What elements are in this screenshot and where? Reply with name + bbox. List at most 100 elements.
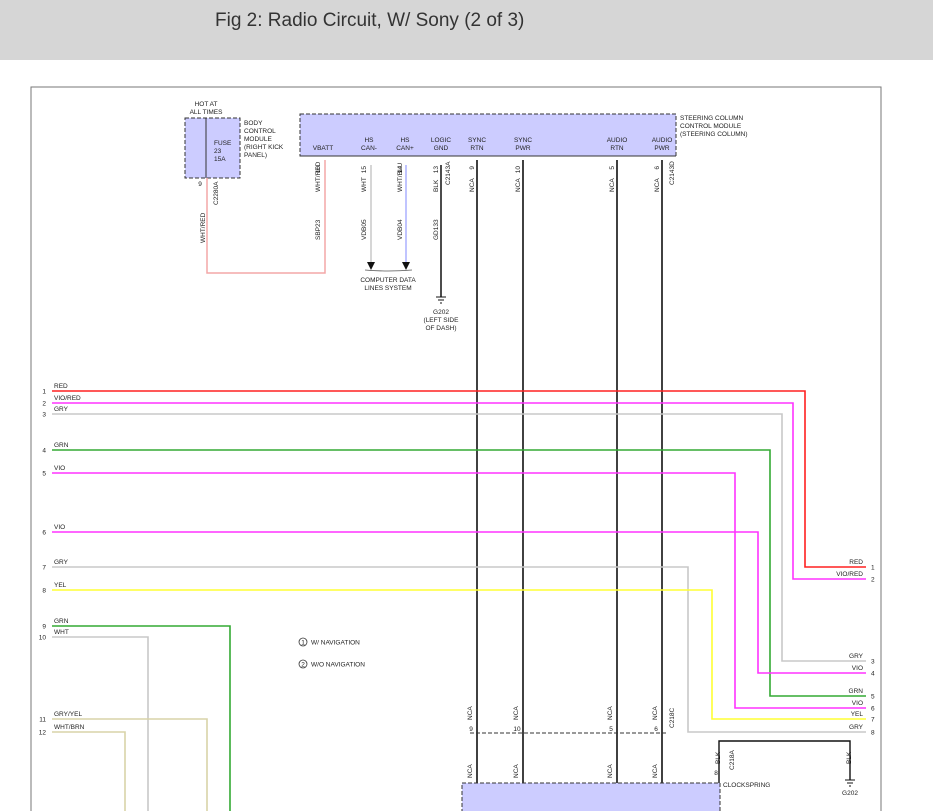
cdl-label-1: COMPUTER DATA: [360, 277, 416, 284]
sccm-pin-func-5: RTN: [470, 145, 484, 152]
sccm-pin-name-5: SYNC: [468, 137, 486, 144]
cdl-label-2: LINES SYSTEM: [364, 285, 411, 292]
right-wire-label-5: GRN: [849, 688, 864, 695]
lower-nca-5: NCA: [467, 764, 474, 778]
right-wire-num-5: 5: [871, 694, 875, 701]
diagram-frame: [30, 86, 882, 811]
lower-nca-6: NCA: [513, 764, 520, 778]
blk-wire-label: BLK: [715, 751, 722, 764]
sccm-pin-wire-7: NCA: [609, 178, 616, 192]
lower-pin-3: 5: [609, 726, 613, 733]
sccm-label-2: CONTROL MODULE: [680, 123, 742, 130]
sccm-pin-num-2: 15: [361, 166, 368, 174]
lower-nca-7: NCA: [607, 764, 614, 778]
left-wire-label-6: VIO: [54, 524, 65, 531]
sccm-label-3: (STEERING COLUMN): [680, 131, 748, 138]
legend-num-2: 2: [301, 662, 305, 669]
bcm-label-3: MODULE: [244, 136, 272, 143]
lower-nca-1: NCA: [467, 706, 474, 720]
sccm-pin-num-5: 9: [469, 166, 476, 170]
lower-ground-name: G202: [842, 790, 858, 797]
right-wire-num-4: 4: [871, 671, 875, 678]
bcm-pin: 9: [198, 181, 202, 188]
lower-nca-8: NCA: [652, 764, 659, 778]
right-wire-label-4: VIO: [852, 665, 863, 672]
sccm-pin-circuit-3: VDB04: [397, 219, 404, 240]
sccm-pin-wire-2: WHT: [361, 177, 368, 192]
wire-2: [52, 402, 866, 580]
sccm-pin-wire-3: WHT/BLU: [397, 162, 404, 192]
fuse-amperage: 15A: [214, 156, 226, 163]
sccm-pin-circuit-4: GD133: [433, 219, 440, 240]
sccm-pin-func-1: VBATT: [313, 145, 333, 152]
sccm-pin-func-6: PWR: [515, 145, 530, 152]
blk-wire-label-2: BLK: [846, 751, 853, 764]
lower-pin-1: 9: [469, 726, 473, 733]
left-wire-label-4: GRN: [54, 442, 69, 449]
sccm-pin-name-8: AUDIO: [652, 137, 673, 144]
right-wire-label-2: VIO/RED: [836, 571, 863, 578]
bcm-connector: C2280A: [213, 181, 220, 205]
left-wire-num-1: 1: [42, 389, 46, 396]
lower-connector-label: C218C: [669, 707, 676, 728]
sccm-pin-name-4: LOGIC: [431, 137, 452, 144]
sccm-pin-func-3: CAN+: [396, 145, 414, 152]
lower-connector: C218C 9 10 5 6 NCA NCA NCA NCA NCA NCA N…: [461, 706, 858, 811]
sccm-pin-num-7: 5: [609, 166, 616, 170]
bcm-label-4: (RIGHT KICK: [244, 144, 284, 151]
sccm-pin-func-7: RTN: [610, 145, 624, 152]
right-wire-num-2: 2: [871, 577, 875, 584]
sccm-connector-b: C2143D: [669, 161, 676, 185]
bcm-label-5: PANEL): [244, 152, 267, 159]
right-wire-num-3: 3: [871, 659, 875, 666]
right-wire-label-6: VIO: [852, 700, 863, 707]
nca-wires: [476, 160, 663, 811]
blk-connector: C218A: [729, 749, 736, 770]
legend: 1 W/ NAVIGATION 2 W/O NAVIGATION: [298, 637, 365, 669]
right-wire-label-1: RED: [849, 559, 863, 566]
ground-icon: [436, 296, 446, 304]
sccm-pin-name-2: HS: [364, 137, 374, 144]
harness-wires: 1 RED 2 VIO/RED 3 GRY 4 GRN 5 VIO 6 VIO 7 GRY 8 YEL 9 GRN…: [39, 383, 875, 811]
left-wire-num-12: 12: [39, 730, 47, 737]
right-wire-num-6: 6: [871, 706, 875, 713]
clockspring-label: CLOCKSPRING: [723, 782, 770, 789]
left-wire-label-12: WHT/BRN: [54, 724, 85, 731]
sccm-pin-name-7: AUDIO: [607, 137, 628, 144]
sccm-pin-num-4: 13: [433, 166, 440, 174]
sccm-pin-name-3: HS: [400, 137, 410, 144]
sccm-pin-func-8: PWR: [654, 145, 669, 152]
lower-nca-4: NCA: [652, 706, 659, 720]
body-control-module: HOT AT ALL TIMES FUSE 23 15A BODY CONTRO…: [184, 101, 284, 243]
legend-text-1: W/ NAVIGATION: [311, 640, 360, 647]
sccm-pin-num-8: 6: [654, 166, 661, 170]
sccm-pin-wire-8: NCA: [654, 178, 661, 192]
lower-nca-3: NCA: [607, 706, 614, 720]
sccm-pin-func-4: GND: [434, 145, 449, 152]
right-wire-num-7: 7: [871, 717, 875, 724]
left-wire-label-11: GRY/YEL: [54, 711, 82, 718]
sccm-pin-wire-4: BLK: [433, 179, 440, 192]
hot-label: HOT AT: [195, 101, 218, 108]
left-wire-label-5: VIO: [54, 465, 65, 472]
blk-pin: 8: [714, 770, 718, 777]
left-wire-num-3: 3: [42, 412, 46, 419]
fuse-number: 23: [214, 148, 222, 155]
can-minus-arrow-icon: [367, 262, 375, 270]
sccm-pin-circuit-2: VDB05: [361, 219, 368, 240]
ground-location-1: (LEFT SIDE: [424, 317, 460, 324]
left-wire-num-9: 9: [42, 624, 46, 631]
sccm-pin-name-6: SYNC: [514, 137, 532, 144]
right-wire-label-7: YEL: [851, 711, 864, 718]
ground-location-2: OF DASH): [425, 325, 456, 332]
wire-3: [52, 413, 866, 662]
wire-1: [52, 390, 866, 568]
sccm-pin-wire-6: NCA: [515, 178, 522, 192]
left-wire-num-4: 4: [42, 448, 46, 455]
sccm-pin-num-6: 10: [515, 166, 522, 174]
clockspring-box: [461, 782, 721, 811]
wiring-diagram: HOT AT ALL TIMES FUSE 23 15A BODY CONTRO…: [30, 86, 882, 811]
left-wire-label-7: GRY: [54, 559, 69, 566]
ground-icon-lower: [845, 779, 855, 787]
left-wire-num-8: 8: [42, 588, 46, 595]
